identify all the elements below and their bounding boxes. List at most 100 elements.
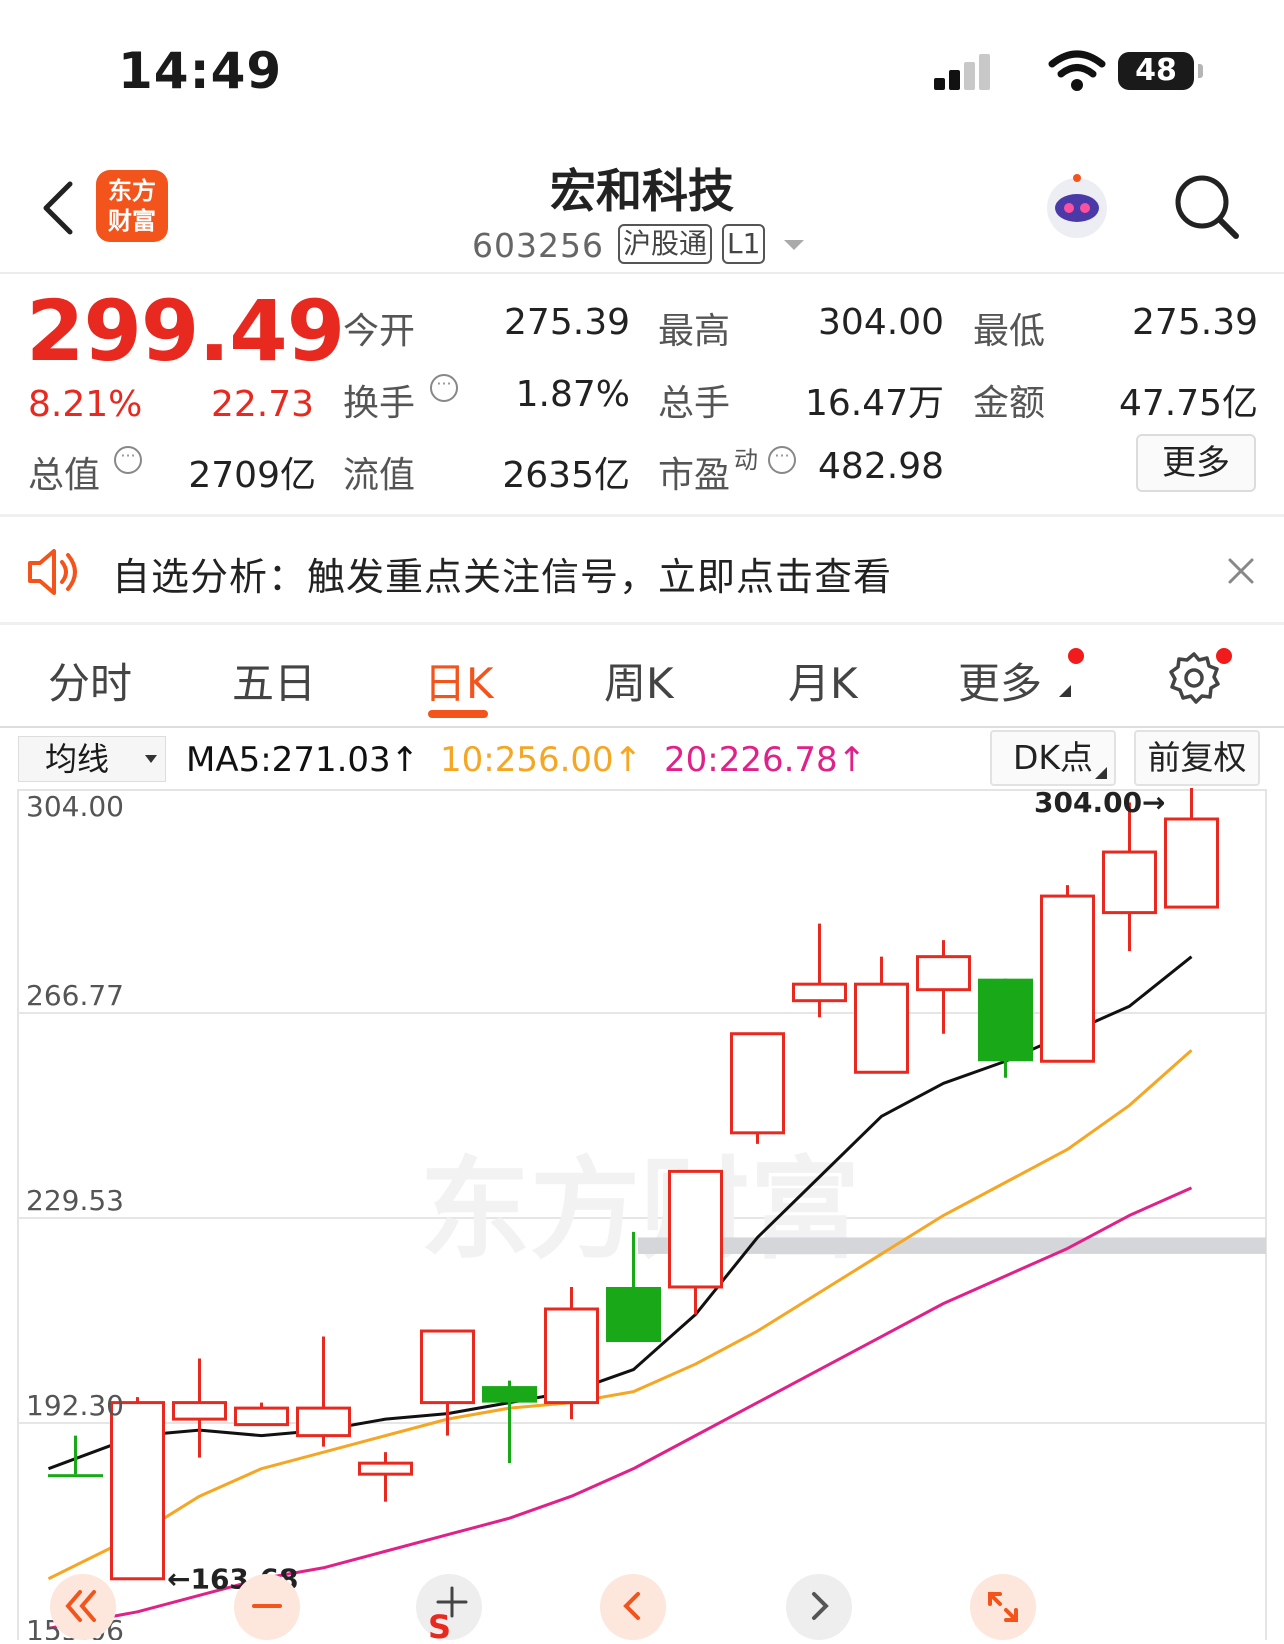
candle-body [792, 982, 847, 1003]
candle [978, 978, 1033, 1078]
y-axis-label: 266.77 [26, 979, 124, 1012]
tab-weekly-k[interactable]: 周K [604, 650, 674, 711]
candle-body [916, 955, 971, 992]
robot-assistant-icon[interactable] [1042, 172, 1112, 244]
close-icon[interactable] [1226, 556, 1256, 586]
price-adjust-button[interactable]: 前复权 [1134, 730, 1260, 786]
candle [420, 1329, 475, 1436]
tab-daily-k[interactable]: 日K [424, 650, 494, 711]
battery-tip [1198, 64, 1203, 78]
float-value: 2635亿 [502, 455, 630, 496]
double-chevron-left-icon [65, 1590, 96, 1622]
analysis-banner-text[interactable]: 自选分析：触发重点关注信号，立即点击查看 [112, 546, 892, 601]
turnover-info-icon[interactable]: ··· [430, 374, 458, 402]
candle-body [358, 1461, 413, 1476]
candle [1164, 788, 1219, 909]
s-plus-icon: S [428, 1586, 468, 1644]
level-tag: L1 [722, 224, 766, 264]
tab-active-indicator [428, 710, 488, 718]
candle [172, 1358, 227, 1458]
candle [854, 956, 909, 1074]
chevron-left-icon [623, 1592, 640, 1620]
high-annotation: 304.00→ [1034, 788, 1166, 819]
current-price: 299.49 [26, 282, 345, 380]
y-axis-label: 192.30 [26, 1389, 124, 1422]
pe-superscript: 动 [734, 446, 758, 474]
y-axis-label: 229.53 [26, 1184, 124, 1217]
tabs-divider [0, 726, 1284, 728]
quote-more-button[interactable]: 更多 [1136, 434, 1256, 492]
candle-body [978, 978, 1033, 1062]
candle-body [668, 1169, 723, 1289]
dropdown-triangle-icon[interactable] [782, 238, 806, 252]
low-value: 275.39 [1132, 302, 1258, 343]
high-value: 304.00 [818, 302, 944, 343]
scroll-start-button[interactable] [50, 1574, 116, 1640]
chevron-right-icon [812, 1592, 829, 1620]
mktcap-info-icon[interactable]: ··· [114, 446, 142, 474]
ma-dropdown-icon [145, 755, 157, 763]
pe-label: 市盈 [658, 455, 731, 496]
candle-body [1102, 850, 1157, 915]
quote-divider [0, 514, 1284, 517]
candle [916, 940, 971, 1034]
prev-candle-button[interactable] [600, 1574, 666, 1640]
candle [482, 1380, 537, 1464]
candle [358, 1452, 413, 1502]
tab-monthly-k[interactable]: 月K [788, 650, 858, 711]
candle-body [48, 1474, 103, 1478]
pe-value: 482.98 [818, 446, 944, 487]
ma5-value: MA5:271.03↑ [186, 740, 420, 780]
candle-body [606, 1286, 661, 1343]
tab-five-day[interactable]: 五日 [232, 650, 316, 711]
wifi-icon [1048, 50, 1106, 91]
tab-more-badge [1068, 648, 1084, 664]
search-icon[interactable] [1172, 172, 1242, 242]
dk-point-label: DK点 [1012, 738, 1094, 777]
signal-icon [934, 52, 990, 90]
ma20-value: 20:226.78↑ [664, 740, 867, 780]
candle-body [854, 982, 909, 1074]
float-label: 流值 [343, 455, 416, 496]
mktcap-value: 2709亿 [188, 455, 316, 496]
status-time: 14:49 [118, 42, 283, 100]
amount-label: 金额 [973, 383, 1046, 424]
candle [234, 1402, 289, 1427]
open-value: 275.39 [504, 302, 630, 343]
low-label: 最低 [973, 311, 1046, 352]
ma10-value: 10:256.00↑ [440, 740, 643, 780]
candle [730, 1032, 785, 1144]
candle-body [730, 1032, 785, 1135]
volume-label: 总手 [658, 383, 731, 424]
svg-text:S: S [428, 1608, 451, 1640]
turnover-label: 换手 [343, 383, 416, 424]
candle-body [420, 1329, 475, 1405]
chart-watermark: 东方财富 [420, 1146, 860, 1274]
fullscreen-button[interactable] [970, 1574, 1036, 1640]
stock-code: 603256 [472, 226, 604, 265]
volume-value: 16.47万 [804, 383, 944, 424]
kline-chart[interactable]: 东方财富 304.00266.77229.53192.30155.06 304.… [0, 788, 1284, 1640]
connect-tag: 沪股通 [618, 224, 713, 264]
next-candle-button[interactable] [786, 1574, 852, 1640]
candle-body [1040, 894, 1095, 1063]
open-label: 今开 [343, 311, 416, 352]
candle [48, 1435, 103, 1478]
y-axis-label: 304.00 [26, 790, 124, 823]
candle-body [482, 1386, 537, 1403]
candle-body [544, 1307, 599, 1405]
tab-intraday[interactable]: 分时 [48, 650, 132, 711]
candle-body [234, 1406, 289, 1427]
tab-more-corner-icon [1059, 685, 1071, 697]
change-percent: 8.21% [28, 384, 143, 425]
candle-body [296, 1406, 351, 1438]
header-divider [0, 272, 1284, 274]
tab-more[interactable]: 更多 [958, 650, 1042, 711]
zoom-out-button[interactable] [234, 1574, 300, 1640]
zoom-in-button[interactable]: S [416, 1574, 482, 1644]
pe-info-icon[interactable]: ··· [768, 446, 796, 474]
candle [1040, 885, 1095, 1063]
expand-icon [988, 1592, 1018, 1622]
candle [1102, 802, 1157, 952]
gear-icon[interactable] [1166, 650, 1222, 706]
